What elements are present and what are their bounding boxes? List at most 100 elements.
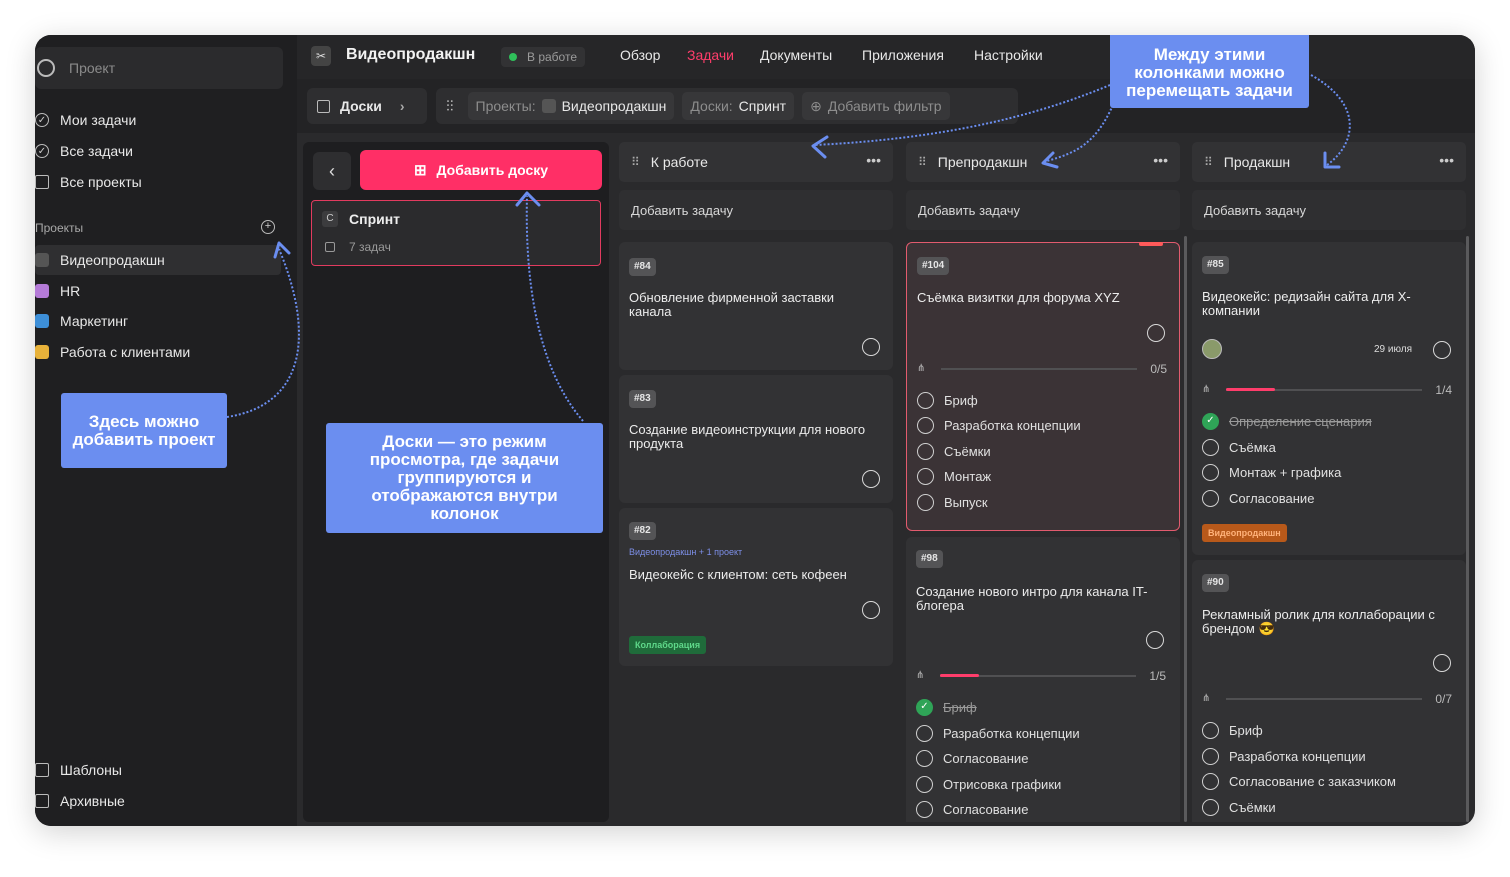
add-filter-button[interactable]: ⊕ Добавить фильтр — [802, 92, 950, 120]
subtask-item[interactable]: Согласование с заказчиком — [1202, 773, 1396, 790]
sidebar-project-hr[interactable]: HR — [35, 277, 80, 305]
progress-fill — [940, 674, 980, 677]
add-task-button[interactable]: Добавить задачу — [619, 190, 893, 230]
subtask-item[interactable]: Согласование — [1202, 490, 1314, 507]
column-header[interactable]: ⠿ К работе ••• — [619, 142, 893, 182]
more-icon[interactable]: ••• — [866, 152, 881, 168]
task-card[interactable]: #98 Создание нового интро для канала IT-… — [906, 537, 1180, 822]
subtask-item[interactable]: Разработка концепции — [1202, 748, 1366, 765]
sidebar-project-videoproduction[interactable]: Видеопродакшн — [35, 246, 165, 274]
complete-circle-icon[interactable] — [862, 470, 880, 488]
complete-circle-icon[interactable] — [1433, 654, 1451, 672]
sidebar-templates[interactable]: Шаблоны — [35, 756, 122, 784]
tab-overview[interactable]: Обзор — [620, 47, 660, 63]
tab-documents[interactable]: Документы — [760, 47, 832, 63]
column-header[interactable]: ⠿ Продакшн ••• — [1192, 142, 1466, 182]
circle-icon[interactable] — [1202, 722, 1219, 739]
circle-icon[interactable] — [916, 801, 933, 818]
column-scrollbar[interactable] — [1466, 236, 1469, 822]
circle-icon[interactable] — [916, 725, 933, 742]
view-selector[interactable]: Доски › — [307, 88, 427, 124]
nav-my-tasks[interactable]: ✓ Мои задачи — [35, 106, 136, 134]
complete-circle-icon[interactable] — [862, 601, 880, 619]
back-button[interactable]: ‹ — [313, 152, 351, 190]
circle-icon[interactable] — [917, 443, 934, 460]
subtask-item[interactable]: Отрисовка графики — [916, 776, 1061, 793]
circle-icon[interactable] — [917, 417, 934, 434]
projects-filter[interactable]: Проекты: Видеопродакшн — [467, 92, 675, 120]
more-icon[interactable]: ••• — [1439, 152, 1454, 168]
subtask-item[interactable]: Монтаж — [917, 468, 991, 485]
nav-all-tasks[interactable]: ✓ Все задачи — [35, 137, 133, 165]
subtask-item[interactable]: Выпуск — [917, 494, 988, 511]
callout-move-tasks: Между этими колонками можно перемещать з… — [1110, 35, 1309, 108]
board-item[interactable]: С Спринт 7 задач — [311, 200, 601, 266]
sidebar-archive[interactable]: Архивные — [35, 787, 125, 815]
add-task-button[interactable]: Добавить задачу — [906, 190, 1180, 230]
circle-icon[interactable] — [917, 468, 934, 485]
column-scrollbar[interactable] — [1184, 236, 1187, 822]
circle-icon[interactable] — [916, 776, 933, 793]
subtask-item[interactable]: Разработка концепции — [916, 725, 1080, 742]
tab-tasks[interactable]: Задачи — [687, 47, 734, 63]
nav-all-projects[interactable]: Все проекты — [35, 168, 142, 196]
tab-settings[interactable]: Настройки — [974, 47, 1043, 63]
tab-apps[interactable]: Приложения — [862, 47, 944, 63]
add-task-button[interactable]: Добавить задачу — [1192, 190, 1466, 230]
subtask-item[interactable]: Монтаж + графика — [1202, 464, 1341, 481]
task-card[interactable]: #84 Обновление фирменной заставки канала — [619, 242, 893, 370]
complete-circle-icon[interactable] — [1147, 324, 1165, 342]
subtask-item[interactable]: Съёмка — [1202, 439, 1276, 456]
subtask-label: Разработка концепции — [1229, 749, 1366, 764]
add-project-icon[interactable]: + — [261, 220, 275, 234]
subtask-item[interactable]: Съёмки — [917, 443, 991, 460]
subtask-item[interactable]: Бриф — [917, 392, 978, 409]
circle-icon[interactable] — [917, 392, 934, 409]
complete-circle-icon[interactable] — [1433, 341, 1451, 359]
column-header[interactable]: ⠿ Препродакшн ••• — [906, 142, 1180, 182]
circle-icon[interactable] — [1202, 748, 1219, 765]
subtask-item[interactable]: Согласование — [916, 801, 1028, 818]
subtask-item[interactable]: ✓ Определение сценария — [1202, 413, 1372, 430]
task-card[interactable]: #85 Видеокейс: редизайн сайта для X-комп… — [1192, 242, 1466, 555]
drag-handle-icon[interactable]: ⠿ — [918, 155, 927, 169]
subtask-label: Монтаж — [944, 469, 992, 484]
complete-circle-icon[interactable] — [862, 338, 880, 356]
check-icon[interactable]: ✓ — [1202, 413, 1219, 430]
task-card[interactable]: #83 Создание видеоинструкции для нового … — [619, 375, 893, 503]
circle-icon[interactable] — [916, 750, 933, 767]
more-icon[interactable]: ••• — [1153, 152, 1168, 168]
subtask-progress: ⋔ 0/7 — [1202, 691, 1452, 707]
sidebar-project-marketing[interactable]: Маркетинг — [35, 307, 128, 335]
status-badge[interactable]: В работе — [501, 47, 586, 67]
circle-icon[interactable] — [917, 494, 934, 511]
subtask-item[interactable]: Разработка концепции — [917, 417, 1081, 434]
avatar[interactable] — [1202, 339, 1222, 359]
circle-icon[interactable] — [1202, 439, 1219, 456]
sidebar-project-clients[interactable]: Работа с клиентами — [35, 338, 190, 366]
boards-filter[interactable]: Доски: Спринт — [682, 92, 795, 120]
handshake-icon — [35, 345, 49, 359]
drag-handle-icon[interactable]: ⠿ — [631, 155, 640, 169]
subtask-progress: ⋔ 0/5 — [917, 361, 1167, 377]
circle-icon[interactable] — [1202, 490, 1219, 507]
circle-icon[interactable] — [1202, 799, 1219, 816]
view-label: Доски — [340, 98, 382, 114]
task-card[interactable]: #104 Съёмка визитки для форума XYZ ⋔ 0/5… — [906, 242, 1180, 531]
task-card[interactable]: #90 Рекламный ролик для коллаборации с б… — [1192, 560, 1466, 822]
sliders-icon[interactable]: ⫶⫶ — [446, 98, 454, 115]
task-id-badge: #85 — [1202, 256, 1229, 274]
search-input[interactable]: Проект — [35, 47, 283, 89]
clapperboard-icon: ✂ — [311, 46, 331, 66]
task-card[interactable]: #82 Видеопродакшн + 1 проект Видеокейс с… — [619, 508, 893, 666]
add-board-button[interactable]: ⊞ Добавить доску — [360, 150, 602, 190]
subtask-item[interactable]: Согласование — [916, 750, 1028, 767]
drag-handle-icon[interactable]: ⠿ — [1204, 155, 1213, 169]
check-icon[interactable]: ✓ — [916, 699, 933, 716]
subtask-item[interactable]: ✓ Бриф — [916, 699, 977, 716]
circle-icon[interactable] — [1202, 773, 1219, 790]
circle-icon[interactable] — [1202, 464, 1219, 481]
subtask-item[interactable]: Бриф — [1202, 722, 1263, 739]
subtask-item[interactable]: Съёмки — [1202, 799, 1276, 816]
complete-circle-icon[interactable] — [1146, 631, 1164, 649]
